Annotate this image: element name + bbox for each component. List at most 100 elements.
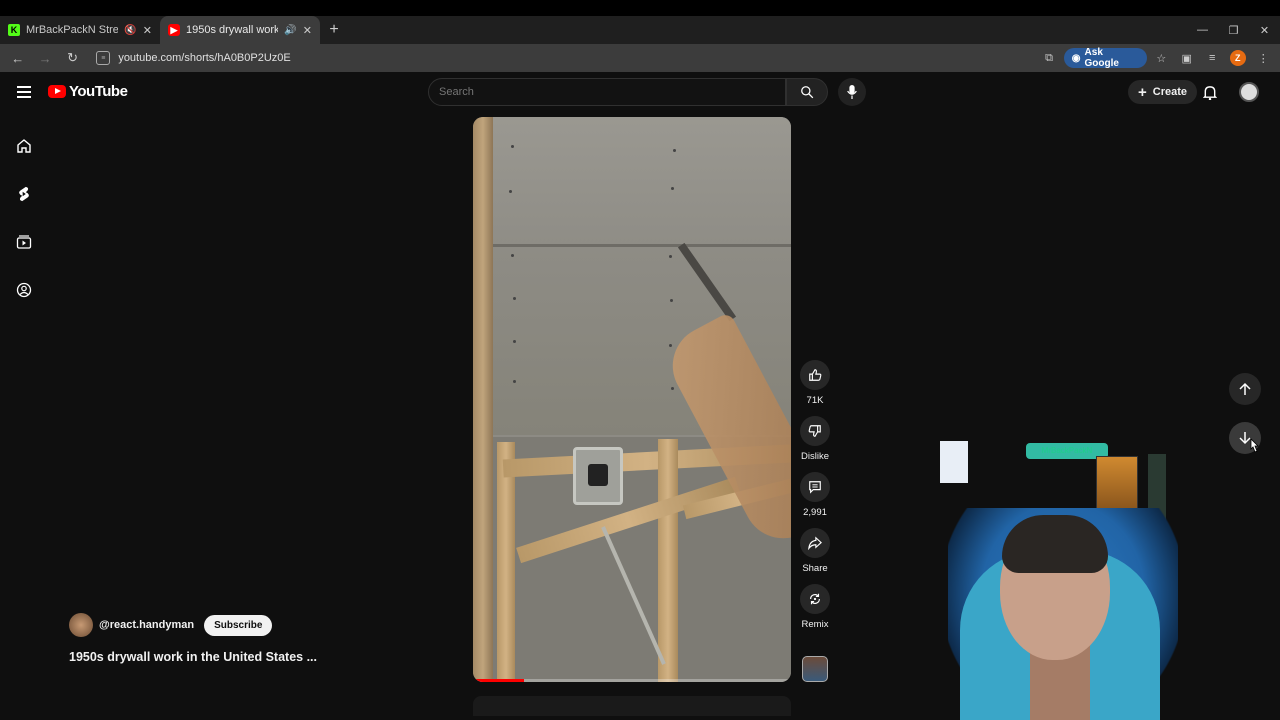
- url-text[interactable]: youtube.com/shorts/hA0B0P2Uz0E: [118, 52, 290, 64]
- like-button[interactable]: 71K: [795, 360, 835, 406]
- video-frame-nail: [673, 149, 676, 152]
- search-box[interactable]: [428, 78, 786, 106]
- account-avatar[interactable]: [1239, 82, 1259, 102]
- video-frame-board: [497, 442, 515, 682]
- search-input[interactable]: [439, 86, 785, 98]
- streamer-hair: [1002, 515, 1108, 573]
- extensions-icon[interactable]: ≡: [1202, 47, 1223, 69]
- video-frame-nail: [511, 145, 514, 148]
- muted-icon[interactable]: 🔇: [124, 25, 136, 36]
- video-frame-nail: [513, 380, 516, 383]
- create-button[interactable]: + Create: [1128, 80, 1198, 104]
- mini-sidebar: [0, 122, 48, 314]
- sidebar-item-shorts[interactable]: [0, 170, 48, 218]
- install-app-icon[interactable]: ⧉: [1038, 47, 1059, 69]
- sidebar-item-subscriptions[interactable]: [0, 218, 48, 266]
- mouse-cursor-icon: [1250, 438, 1259, 453]
- subscribe-button[interactable]: Subscribe: [204, 614, 273, 636]
- user-circle-icon: [16, 282, 32, 298]
- video-progress-bar[interactable]: [473, 679, 791, 682]
- youtube-header: YouTube + Create: [0, 72, 1280, 112]
- tab-shorts[interactable]: ▶ 1950s drywall work in the U 🔊 ✕: [160, 16, 320, 44]
- video-frame-stud: [473, 117, 493, 682]
- video-frame-nail: [513, 297, 516, 300]
- youtube-logo[interactable]: YouTube: [48, 83, 128, 100]
- video-frame-board: [658, 439, 678, 682]
- sidebar-item-home[interactable]: [0, 122, 48, 170]
- dislike-label: Dislike: [801, 451, 829, 462]
- comment-icon: [800, 472, 830, 502]
- video-frame-nail: [671, 187, 674, 190]
- lens-icon: ◉: [1071, 52, 1081, 64]
- profile-letter: Z: [1229, 50, 1246, 66]
- profile-avatar[interactable]: Z: [1227, 47, 1248, 69]
- video-frame-nail: [513, 340, 516, 343]
- comment-count: 2,991: [803, 507, 827, 518]
- youtube-favicon-icon: ▶: [168, 24, 180, 36]
- restore-icon[interactable]: ❐: [1218, 16, 1249, 44]
- menu-kebab-icon[interactable]: ⋮: [1252, 47, 1273, 69]
- minimize-icon[interactable]: —: [1187, 16, 1218, 44]
- search-button[interactable]: [786, 78, 828, 106]
- channel-info: @react.handyman Subscribe: [69, 613, 273, 637]
- subscriptions-icon: [16, 235, 32, 249]
- tab-stream[interactable]: K MrBackPackN Stream - Wa 🔇 ✕: [0, 16, 160, 44]
- video-frame-outlet-box: [573, 447, 623, 505]
- webcam-background-card: [940, 441, 968, 483]
- address-bar-row: ← → ↻ ≡ youtube.com/shorts/hA0B0P2Uz0E ⧉…: [0, 44, 1280, 72]
- sidebar-item-you[interactable]: [0, 266, 48, 314]
- plus-icon: +: [1138, 83, 1147, 101]
- side-panel-icon[interactable]: ▣: [1176, 47, 1197, 69]
- window-controls: — ❐ ✕: [1187, 16, 1280, 44]
- tab-title: MrBackPackN Stream - Wa: [26, 24, 119, 36]
- short-actions: 71K Dislike 2,991 Share Remix: [795, 360, 835, 640]
- notifications-bell-icon[interactable]: [1200, 82, 1220, 102]
- share-button[interactable]: Share: [795, 528, 835, 574]
- ask-google-button[interactable]: ◉ Ask Google: [1063, 47, 1147, 69]
- short-video-player[interactable]: [473, 117, 791, 682]
- close-tab-icon[interactable]: ✕: [303, 24, 312, 37]
- remix-icon: [800, 584, 830, 614]
- close-window-icon[interactable]: ✕: [1249, 16, 1280, 44]
- short-title[interactable]: 1950s drywall work in the United States …: [69, 650, 317, 664]
- tab-title: 1950s drywall work in the U: [186, 24, 279, 36]
- close-tab-icon[interactable]: ✕: [143, 24, 152, 37]
- back-icon[interactable]: ←: [6, 46, 29, 70]
- video-frame-nail: [511, 254, 514, 257]
- hamburger-menu-icon[interactable]: [14, 82, 34, 102]
- channel-handle[interactable]: @react.handyman: [99, 619, 194, 631]
- search-icon: [801, 86, 814, 99]
- youtube-wordmark: YouTube: [69, 83, 128, 100]
- new-tab-button[interactable]: +: [320, 16, 348, 44]
- thumbs-up-icon: [800, 360, 830, 390]
- remix-label: Remix: [801, 619, 829, 630]
- forward-icon[interactable]: →: [33, 46, 56, 70]
- remix-button[interactable]: Remix: [795, 584, 835, 630]
- site-info-icon[interactable]: ≡: [96, 51, 111, 65]
- shorts-icon: [19, 186, 29, 202]
- comments-button[interactable]: 2,991: [795, 472, 835, 518]
- channel-avatar[interactable]: [69, 613, 93, 637]
- screen-top-bar: [0, 0, 1280, 16]
- audio-playing-icon[interactable]: 🔊: [284, 25, 296, 36]
- video-progress-fill: [473, 679, 524, 682]
- reload-icon[interactable]: ↻: [61, 46, 84, 70]
- bookmark-star-icon[interactable]: ☆: [1151, 47, 1172, 69]
- thumbs-down-icon: [800, 416, 830, 446]
- like-count: 71K: [806, 395, 824, 406]
- video-frame-nail: [671, 387, 674, 390]
- video-frame-nail: [509, 190, 512, 193]
- share-arrow-icon: [800, 528, 830, 558]
- ask-google-label: Ask Google: [1084, 47, 1119, 69]
- voice-search-button[interactable]: [838, 78, 866, 106]
- browser-tab-strip: K MrBackPackN Stream - Wa 🔇 ✕ ▶ 1950s dr…: [0, 16, 1280, 44]
- video-frame-nail: [669, 255, 672, 258]
- omnibox[interactable]: ≡ youtube.com/shorts/hA0B0P2Uz0E: [88, 46, 1034, 70]
- arrow-up-icon: [1239, 382, 1251, 395]
- dislike-button[interactable]: Dislike: [795, 416, 835, 462]
- channel-thumbnail[interactable]: [802, 656, 828, 682]
- previous-short-button[interactable]: [1229, 373, 1261, 405]
- home-icon: [17, 139, 31, 153]
- create-label: Create: [1152, 86, 1188, 98]
- youtube-play-icon: [48, 85, 66, 98]
